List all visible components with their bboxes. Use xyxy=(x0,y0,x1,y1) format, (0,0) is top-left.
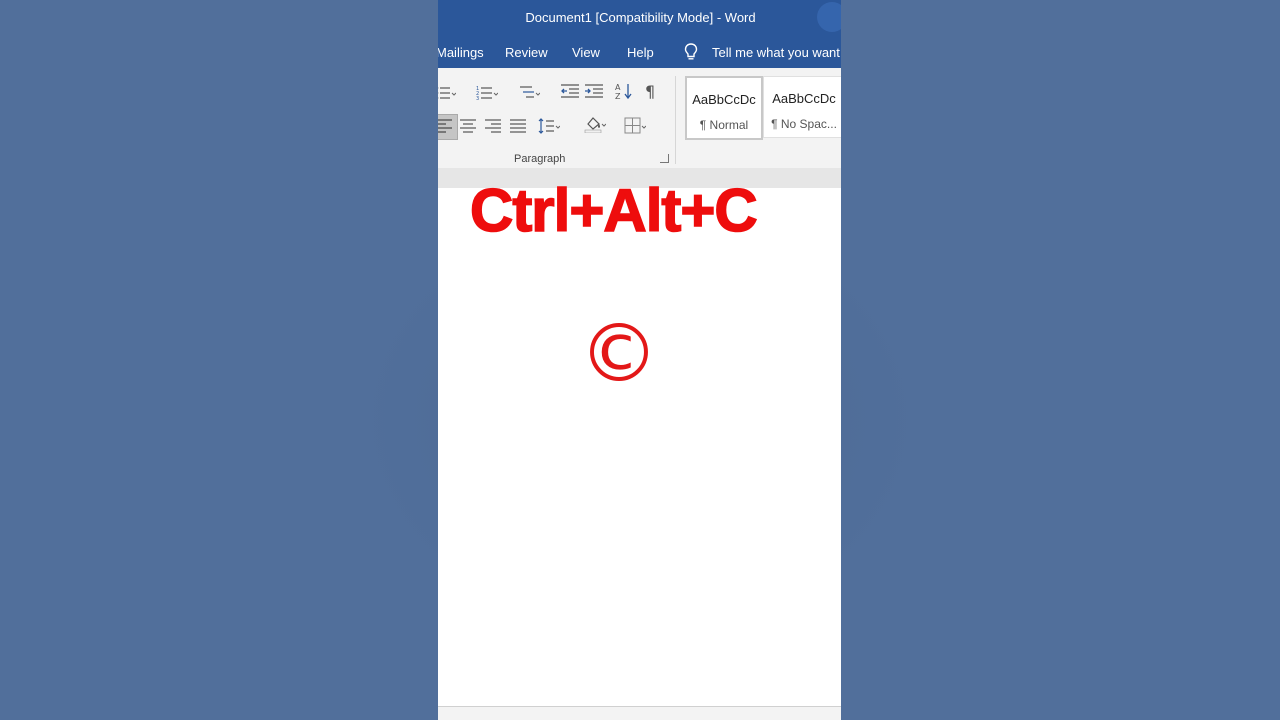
svg-text:A: A xyxy=(615,83,621,92)
style-name: ¶ No Spac... xyxy=(771,117,837,131)
tell-me-search[interactable]: Tell me what you want xyxy=(712,45,840,60)
window-title: Document1 [Compatibility Mode] - Word xyxy=(525,10,756,25)
document-page[interactable] xyxy=(438,188,841,706)
group-divider xyxy=(675,76,676,164)
style-normal[interactable]: AaBbCcDc ¶ Normal xyxy=(685,76,763,140)
tab-mailings[interactable]: Mailings xyxy=(438,45,484,60)
tab-review[interactable]: Review xyxy=(505,45,548,60)
tab-view[interactable]: View xyxy=(572,45,600,60)
word-window: Document1 [Compatibility Mode] - Word Ma… xyxy=(438,0,841,720)
style-no-spacing[interactable]: AaBbCcDc ¶ No Spac... xyxy=(763,76,841,138)
svg-text:3: 3 xyxy=(476,96,479,102)
multilevel-list-icon[interactable] xyxy=(518,84,540,102)
style-sample: AaBbCcDc xyxy=(692,92,756,107)
svg-text:¶: ¶ xyxy=(645,82,655,100)
account-avatar[interactable] xyxy=(817,2,841,32)
paragraph-dialog-launcher-icon[interactable] xyxy=(660,154,669,163)
align-left-icon[interactable] xyxy=(438,117,456,135)
title-bar: Document1 [Compatibility Mode] - Word xyxy=(438,0,841,36)
justify-icon[interactable] xyxy=(508,117,530,135)
paragraph-group-label: Paragraph xyxy=(514,153,566,165)
style-sample: AaBbCcDc xyxy=(772,91,836,106)
bullets-icon[interactable] xyxy=(438,84,456,102)
lightbulb-icon[interactable] xyxy=(683,42,699,62)
increase-indent-icon[interactable] xyxy=(583,82,605,100)
decrease-indent-icon[interactable] xyxy=(559,82,581,100)
svg-text:Z: Z xyxy=(615,92,621,100)
borders-icon[interactable] xyxy=(624,117,646,135)
status-bar xyxy=(438,706,841,720)
copyright-symbol: © xyxy=(579,307,659,400)
tab-help[interactable]: Help xyxy=(627,45,654,60)
ribbon-tabs: Mailings Review View Help Tell me what y… xyxy=(438,36,841,68)
ribbon-home: 1 2 3 A Z ¶ Paragraph AaBbCcDc ¶ Normal … xyxy=(438,68,841,169)
style-name: ¶ Normal xyxy=(699,118,749,132)
align-center-icon[interactable] xyxy=(458,117,480,135)
shortcut-caption: Ctrl+Alt+C xyxy=(469,176,758,245)
line-spacing-icon[interactable] xyxy=(538,117,560,135)
shading-icon[interactable] xyxy=(584,115,606,133)
sort-icon[interactable]: A Z xyxy=(614,82,636,100)
numbering-icon[interactable]: 1 2 3 xyxy=(476,84,498,102)
show-formatting-icon[interactable]: ¶ xyxy=(642,82,664,100)
align-right-icon[interactable] xyxy=(483,117,505,135)
